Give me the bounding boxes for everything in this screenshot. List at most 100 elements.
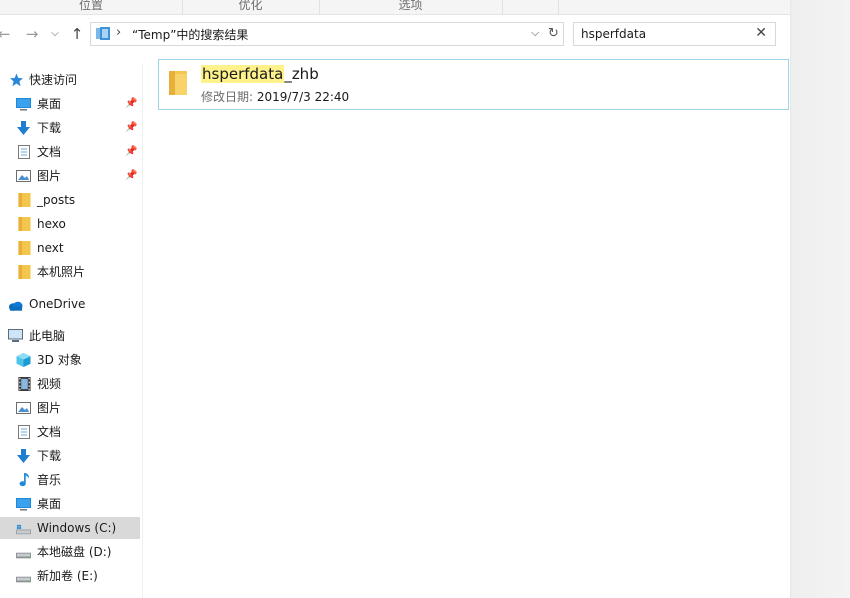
nav-item-documents-pc[interactable]: 文档 [0, 421, 140, 443]
nav-item-videos[interactable]: 视频 [0, 373, 140, 395]
search-query[interactable]: hsperfdata [581, 27, 646, 41]
nav-label: 下载 [37, 121, 62, 135]
music-icon [19, 473, 29, 487]
nav-label: 桌面 [37, 97, 62, 111]
clear-search-icon[interactable]: ✕ [755, 25, 767, 41]
cloud-icon [8, 301, 23, 311]
ribbon-group-location: 位置 [0, 0, 183, 14]
navigation-pane: 快速访问 桌面 📌 下载 📌 文档 📌 图片 📌 _posts hexo nex… [0, 64, 143, 598]
modified-label: 修改日期: [201, 90, 254, 104]
nav-item-hexo[interactable]: hexo [0, 213, 140, 235]
address-path[interactable]: “Temp”中的搜索结果 [132, 26, 248, 43]
up-button[interactable]: ↑ [69, 24, 85, 44]
download-icon [17, 121, 30, 135]
nav-label: 此电脑 [29, 329, 66, 343]
address-bar[interactable]: › “Temp”中的搜索结果 ⌵ [90, 22, 547, 46]
nav-item-pictures-pc[interactable]: 图片 [0, 397, 140, 419]
recent-locations-button[interactable]: ⌵ [48, 24, 62, 44]
nav-label: _posts [37, 193, 76, 207]
nav-item-local-disk-d[interactable]: 本地磁盘 (D:) [0, 541, 140, 563]
nav-item-3d-objects[interactable]: 3D 对象 [0, 349, 140, 371]
nav-item-music[interactable]: 音乐 [0, 469, 140, 491]
arrow-right-icon: → [25, 25, 39, 43]
result-modified-date: 修改日期: 2019/7/3 22:40 [201, 88, 349, 105]
nav-label: 下载 [37, 449, 62, 463]
pictures-icon [16, 170, 31, 182]
nav-item-windows-c[interactable]: Windows (C:) [0, 517, 140, 539]
computer-icon [8, 329, 23, 342]
nav-label: hexo [37, 217, 66, 231]
folder-icon [169, 71, 187, 95]
nav-label: 本地磁盘 (D:) [37, 545, 112, 559]
nav-this-pc[interactable]: 此电脑 [0, 325, 140, 347]
nav-item-downloads-pc[interactable]: 下载 [0, 445, 140, 467]
star-icon [10, 73, 23, 87]
nav-item-local-photos[interactable]: 本机照片 [0, 261, 140, 283]
nav-item-next[interactable]: next [0, 237, 140, 259]
refresh-icon: ↻ [548, 26, 559, 41]
nav-item-desktop[interactable]: 桌面 📌 [0, 93, 140, 115]
video-icon [18, 377, 31, 391]
pin-icon[interactable]: 📌 [125, 165, 137, 187]
folder-icon [18, 265, 31, 279]
modified-value: 2019/7/3 22:40 [256, 90, 350, 104]
download-icon [17, 449, 30, 463]
pin-icon[interactable]: 📌 [125, 117, 137, 139]
address-chevron[interactable]: › [116, 25, 121, 40]
nav-label: 文档 [37, 425, 62, 439]
nav-label: 桌面 [37, 497, 62, 511]
explorer-window: 位置 优化 选项 ← → ⌵ ↑ › “Temp”中的搜索结果 ⌵ ↻ hspe… [0, 0, 790, 598]
nav-label: next [37, 241, 64, 255]
background-desktop-strip [790, 0, 850, 598]
folder-icon [18, 193, 31, 207]
nav-item-new-volume-e[interactable]: 新加卷 (E:) [0, 565, 140, 587]
result-file-name[interactable]: hsperfdata_zhb [201, 65, 319, 83]
arrow-up-icon: ↑ [70, 25, 84, 43]
nav-label: 3D 对象 [37, 353, 82, 367]
back-button[interactable]: ← [0, 24, 12, 44]
nav-label: 快速访问 [29, 73, 78, 87]
search-input[interactable]: hsperfdata ✕ [573, 22, 776, 46]
search-results-folder-icon [96, 27, 110, 40]
address-dropdown-icon[interactable]: ⌵ [531, 26, 539, 40]
search-result-item[interactable]: hsperfdata_zhb 修改日期: 2019/7/3 22:40 [158, 59, 789, 110]
desktop-icon [16, 98, 31, 111]
nav-label: Windows (C:) [37, 521, 117, 535]
ribbon-group-bar: 位置 优化 选项 [0, 0, 790, 15]
nav-quick-access[interactable]: 快速访问 [0, 69, 140, 91]
desktop-icon [16, 498, 31, 511]
nav-item-pictures[interactable]: 图片 📌 [0, 165, 140, 187]
document-icon [18, 145, 30, 159]
3d-objects-icon [16, 353, 31, 367]
nav-item-desktop-pc[interactable]: 桌面 [0, 493, 140, 515]
folder-icon [18, 241, 31, 255]
pin-icon[interactable]: 📌 [125, 141, 137, 163]
nav-label: OneDrive [29, 297, 86, 311]
nav-label: 图片 [37, 169, 62, 183]
nav-label: 音乐 [37, 473, 62, 487]
nav-label: 本机照片 [37, 265, 86, 279]
search-match-highlight: hsperfdata [201, 65, 285, 83]
nav-label: 图片 [37, 401, 62, 415]
nav-label: 视频 [37, 377, 62, 391]
ribbon-group-optimize: 优化 [182, 0, 320, 14]
forward-button[interactable]: → [24, 24, 40, 44]
ribbon-group-extra [502, 0, 559, 14]
nav-onedrive[interactable]: OneDrive [0, 293, 140, 315]
nav-label: 文档 [37, 145, 62, 159]
nav-label: 新加卷 (E:) [37, 569, 98, 583]
result-name-rest: _zhb [284, 65, 319, 83]
pictures-icon [16, 402, 31, 414]
windows-drive-icon [16, 524, 31, 535]
chevron-down-icon: ⌵ [51, 28, 59, 39]
document-icon [18, 425, 30, 439]
nav-item-documents[interactable]: 文档 📌 [0, 141, 140, 163]
ribbon-group-options: 选项 [319, 0, 503, 14]
nav-item-posts[interactable]: _posts [0, 189, 140, 211]
drive-icon [16, 576, 31, 583]
pin-icon[interactable]: 📌 [125, 93, 137, 115]
arrow-left-icon: ← [0, 25, 11, 43]
folder-icon [18, 217, 31, 231]
refresh-button[interactable]: ↻ [544, 22, 564, 46]
nav-item-downloads[interactable]: 下载 📌 [0, 117, 140, 139]
